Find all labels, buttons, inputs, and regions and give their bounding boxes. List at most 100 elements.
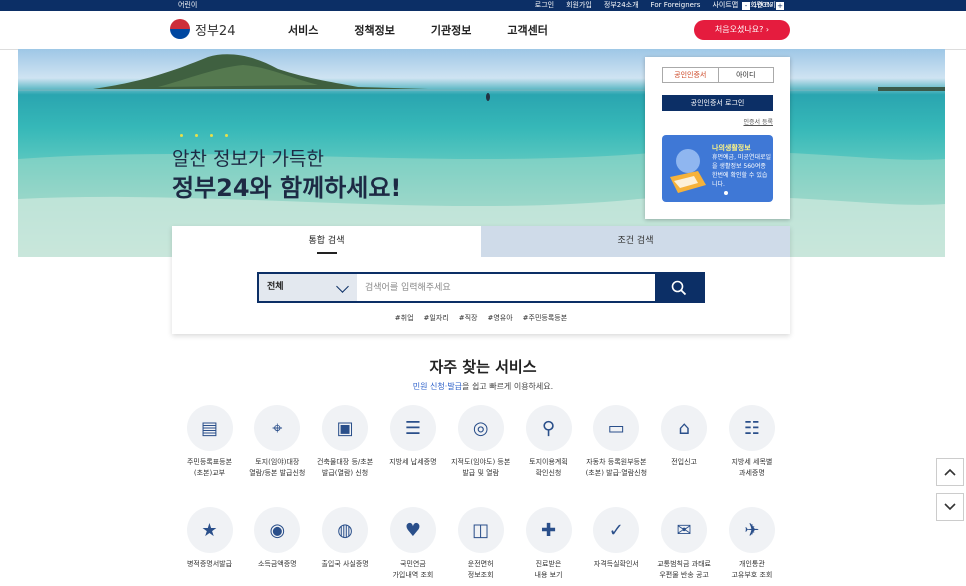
house-icon: ⌂ xyxy=(678,417,690,439)
scroll-up-button[interactable] xyxy=(936,458,964,486)
pension-monitor-icon: ♥ xyxy=(404,519,421,541)
service-item[interactable]: ▤ 주민등록표등본 (초본)교부 xyxy=(176,405,243,479)
traffic-fine-icon: ✉ xyxy=(676,519,692,541)
site-logo[interactable]: 정부24 xyxy=(170,19,235,39)
tab-certificate[interactable]: 공인인증서 xyxy=(663,68,719,82)
service-label: 진료받은 내용 보기 xyxy=(534,560,563,579)
driver-license-icon: ◫ xyxy=(472,519,490,541)
main-header: 정부24 서비스 정책정보 기관정보 고객센터 처음오셨나요? › xyxy=(0,11,966,50)
service-icon-circle: ▣ xyxy=(322,405,369,451)
utility-links: 로그인 회원가입 정부24소개 For Foreigners 사이트맵 화면크기 xyxy=(535,0,776,11)
service-icon-circle: ☷ xyxy=(728,405,775,451)
tag-link[interactable]: #영유아 xyxy=(487,313,512,323)
service-item[interactable]: ◍ 출입국 사실증명 xyxy=(312,507,379,570)
service-item[interactable]: ◫ 운전면허 정보조회 xyxy=(447,507,514,581)
service-label: 개인통관 고유부호 조회 xyxy=(731,560,773,579)
service-label: 병적증명서발급 xyxy=(186,560,233,568)
banner-text: 휴먼예금, 미공연대로일을 생활정보 560여종 한번에 확인할 수 있습니다. xyxy=(712,154,772,188)
zoom-level: 100% xyxy=(752,1,773,9)
menu-item-services[interactable]: 서비스 xyxy=(288,22,318,38)
signup-link[interactable]: 회원가입 xyxy=(566,0,592,11)
map-pin-icon: ⚲ xyxy=(541,417,556,439)
customs-plane-icon: ✈ xyxy=(744,519,760,541)
search-icon xyxy=(671,280,687,295)
zoom-out-button[interactable]: - xyxy=(741,1,750,10)
tab-id[interactable]: 아이디 xyxy=(719,68,774,82)
service-icon-circle: ◎ xyxy=(457,405,504,451)
service-item[interactable]: ★ 병적증명서발급 xyxy=(176,507,243,570)
service-icon-circle: ★ xyxy=(186,507,233,553)
tag-link[interactable]: #일자리 xyxy=(424,313,449,323)
service-label: 지방세 납세증명 xyxy=(389,458,437,466)
menu-item-agencies[interactable]: 기관정보 xyxy=(431,22,471,38)
passport-icon: ◍ xyxy=(337,519,353,541)
service-label: 토지(임야)대장 열람/등본 발급신청 xyxy=(249,458,306,477)
login-link[interactable]: 로그인 xyxy=(535,0,554,11)
service-item[interactable]: ⌖ 토지(임야)대장 열람/등본 발급신청 xyxy=(244,405,311,479)
menu-item-policy[interactable]: 정책정보 xyxy=(354,22,394,38)
service-item[interactable]: ☰ 지방세 납세증명 xyxy=(379,405,446,468)
document-search-icon: ▣ xyxy=(336,417,354,439)
subtitle-rest: 을 쉽고 빠르게 이용하세요. xyxy=(462,382,554,391)
service-label: 지방세 세목별 과세증명 xyxy=(731,458,773,477)
service-item[interactable]: ▣ 건축물대장 등/초본 발급(열람) 신청 xyxy=(312,405,379,479)
service-label: 교통범칙금 과태료 우편물 반송 공고 xyxy=(657,560,711,579)
tab-conditional-search[interactable]: 조건 검색 xyxy=(481,226,790,257)
about-link[interactable]: 정부24소개 xyxy=(604,0,639,11)
service-item[interactable]: ⌂ 전입신고 xyxy=(651,405,718,468)
service-item[interactable]: ✓ 자격득실확인서 xyxy=(583,507,650,570)
service-icon-circle: ✚ xyxy=(525,507,572,553)
popular-tags: #취업 #일자리 #직장 #영유아 #주민등록등본 xyxy=(172,313,790,323)
banner-pager-dot[interactable] xyxy=(724,191,728,195)
service-icon-circle: ▭ xyxy=(593,405,640,451)
service-item[interactable]: ▭ 자동차 등록원부등본 (초본) 발급·열람신청 xyxy=(583,405,650,479)
first-visit-button[interactable]: 처음오셨나요? › xyxy=(694,20,790,40)
tab-integrated-search[interactable]: 통합 검색 xyxy=(172,226,481,257)
certificate-login-button[interactable]: 공인인증서 로그인 xyxy=(662,95,773,111)
service-label: 운전면허 정보조회 xyxy=(467,560,494,579)
car-document-icon: ▭ xyxy=(607,417,625,439)
menu-item-support[interactable]: 고객센터 xyxy=(507,22,547,38)
service-label: 건축물대장 등/초본 발급(열람) 신청 xyxy=(317,458,374,477)
service-item[interactable]: ✈ 개인통관 고유부호 조회 xyxy=(718,507,785,581)
section-subtitle: 민원 신청·발급을 쉽고 빠르게 이용하세요. xyxy=(0,381,966,392)
service-item[interactable]: ⚲ 토지이용계획 확인신청 xyxy=(515,405,582,479)
service-item[interactable]: ◉ 소득금액증명 xyxy=(244,507,311,570)
sitemap-link[interactable]: 사이트맵 xyxy=(712,0,738,11)
search-category-select[interactable]: 전체 xyxy=(259,274,357,301)
kids-link[interactable]: 어린이 xyxy=(178,0,197,11)
scroll-down-button[interactable] xyxy=(936,493,964,521)
service-icon-circle: ⌖ xyxy=(254,405,301,451)
zoom-in-button[interactable]: + xyxy=(776,1,784,10)
service-label: 전입신고 xyxy=(671,458,697,466)
tag-link[interactable]: #주민등록등본 xyxy=(523,313,568,323)
service-item[interactable]: ✉ 교통범칙금 과태료 우편물 반송 공고 xyxy=(651,507,718,581)
search-button[interactable] xyxy=(655,274,703,301)
chevron-right-icon: › xyxy=(765,25,770,34)
service-icon-circle: ◍ xyxy=(322,507,369,553)
service-item[interactable]: ☷ 지방세 세목별 과세증명 xyxy=(718,405,785,479)
search-tabs: 통합 검색 조건 검색 xyxy=(172,226,790,257)
subtitle-highlight: 민원 신청·발급 xyxy=(412,382,463,391)
life-info-banner[interactable]: 나의생활정보 휴먼예금, 미공연대로일을 생활정보 560여종 한번에 확인할 … xyxy=(662,135,773,202)
utility-bar: 어린이 로그인 회원가입 정부24소개 For Foreigners 사이트맵 … xyxy=(0,0,966,11)
tag-link[interactable]: #취업 xyxy=(395,313,414,323)
service-icon-circle: ▤ xyxy=(186,405,233,451)
search-panel: 통합 검색 조건 검색 전체 #취업 #일자리 #직장 #영유아 #주민등록등본 xyxy=(172,226,790,334)
service-label: 국민연금 가입내역 조회 xyxy=(392,560,434,579)
register-certificate-link[interactable]: 인증서 등록 xyxy=(743,117,773,126)
service-item[interactable]: ◎ 지적도(임야도) 등본 발급 및 열람 xyxy=(447,405,514,479)
search-input[interactable] xyxy=(357,274,655,301)
taegeuk-logo-icon xyxy=(170,19,190,39)
service-label: 자동차 등록원부등본 (초본) 발급·열람신청 xyxy=(585,458,648,477)
service-item[interactable]: ♥ 국민연금 가입내역 조회 xyxy=(379,507,446,581)
search-category-value: 전체 xyxy=(267,282,284,292)
tag-link[interactable]: #직장 xyxy=(459,313,478,323)
income-coins-icon: ◉ xyxy=(269,519,286,541)
logo-text: 정부24 xyxy=(195,23,236,39)
service-icon-circle: ✈ xyxy=(728,507,775,553)
service-item[interactable]: ✚ 진료받은 내용 보기 xyxy=(515,507,582,581)
foreigners-link[interactable]: For Foreigners xyxy=(651,0,701,11)
login-tabs: 공인인증서 아이디 xyxy=(662,67,774,83)
tax-list-icon: ☷ xyxy=(743,417,760,439)
